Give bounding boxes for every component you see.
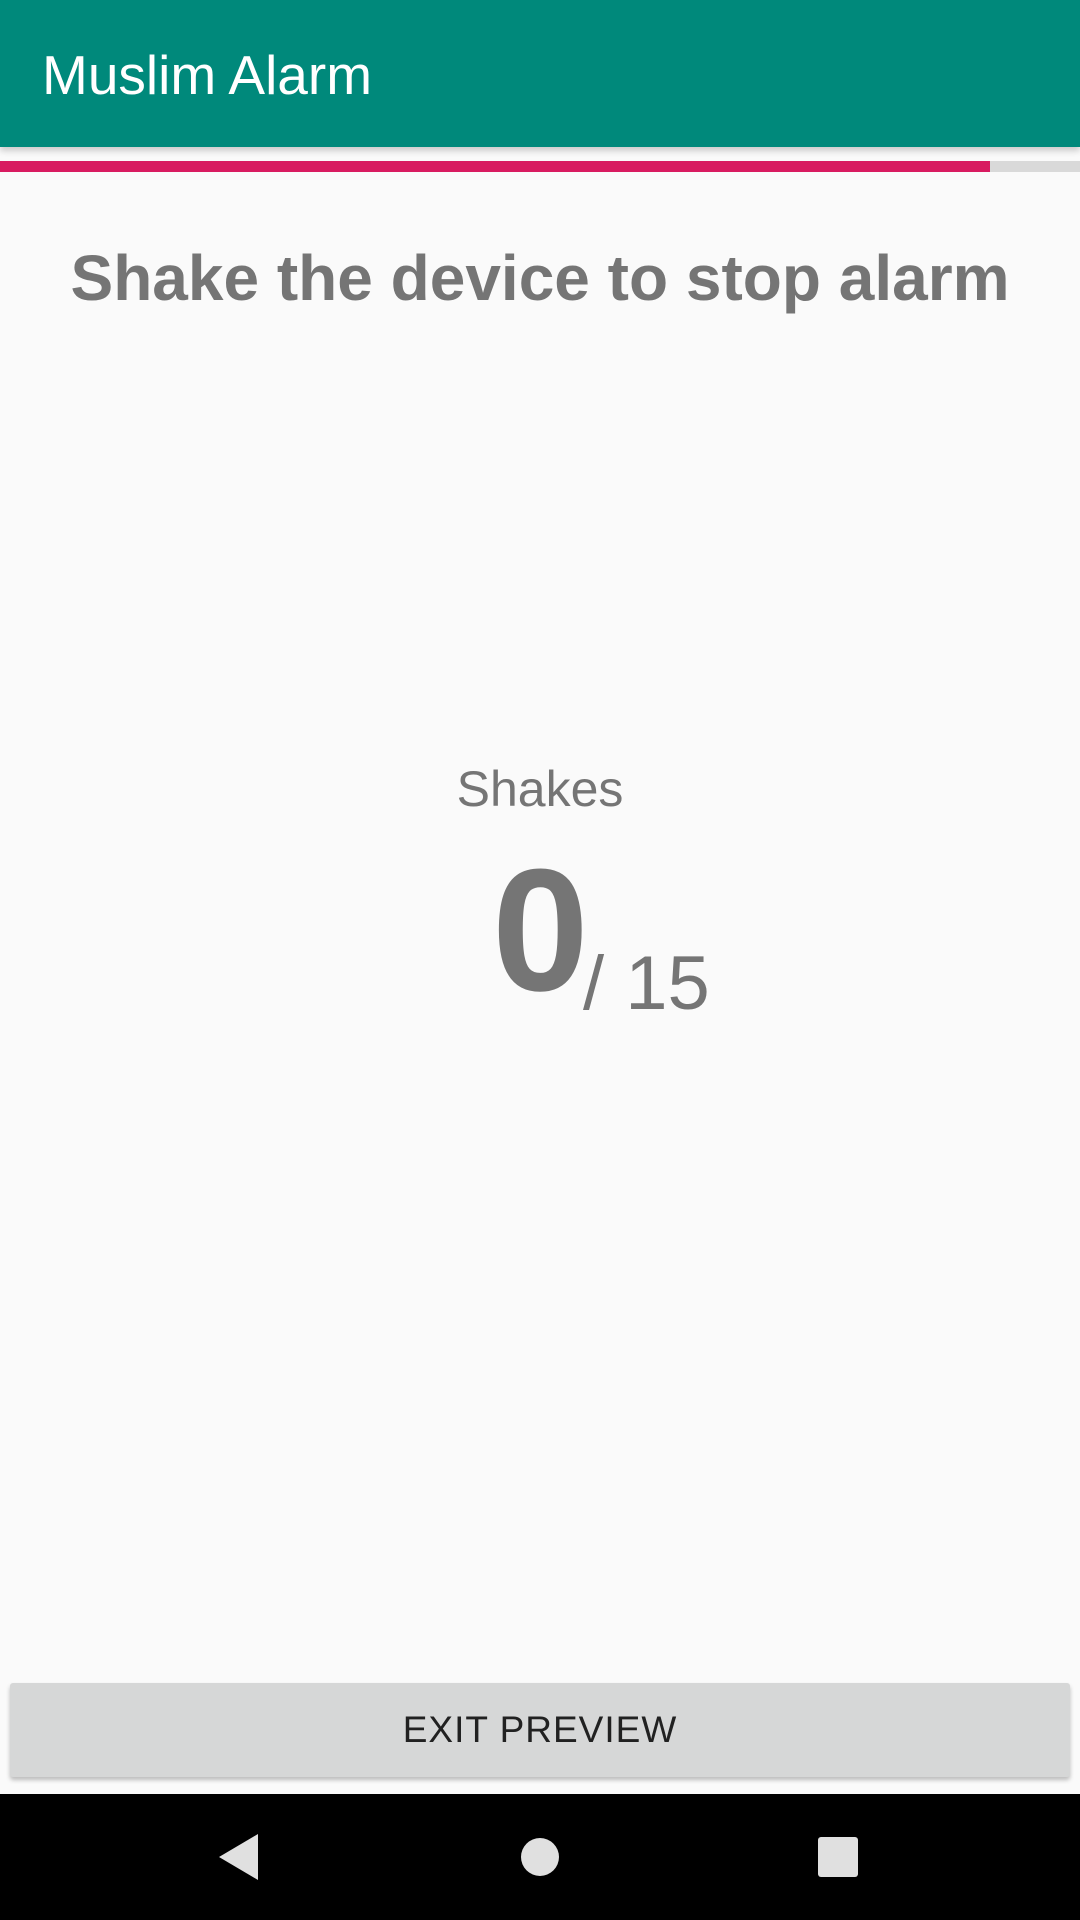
recents-button[interactable] bbox=[775, 1794, 901, 1920]
instruction-text: Shake the device to stop alarm bbox=[70, 242, 1010, 314]
shake-count-current: 0 bbox=[492, 832, 589, 1027]
app-bar: Muslim Alarm bbox=[0, 0, 1080, 147]
alarm-progress-fill bbox=[0, 161, 991, 172]
home-button[interactable] bbox=[477, 1794, 603, 1920]
system-nav-bar bbox=[0, 1794, 1080, 1920]
shake-count-total: / 15 bbox=[583, 941, 710, 1026]
home-circle-icon bbox=[521, 1838, 559, 1876]
recents-square-icon bbox=[818, 1837, 858, 1877]
back-triangle-icon bbox=[219, 1834, 258, 1880]
shake-counter: 0 / 15 bbox=[0, 832, 1080, 1027]
shakes-label: Shakes bbox=[456, 761, 624, 817]
alarm-progress-bar bbox=[0, 161, 1080, 172]
exit-preview-label: EXIT PREVIEW bbox=[402, 1709, 678, 1750]
back-button[interactable] bbox=[177, 1794, 303, 1920]
app-title: Muslim Alarm bbox=[42, 44, 373, 106]
exit-preview-button[interactable]: EXIT PREVIEW bbox=[10, 1683, 1070, 1777]
